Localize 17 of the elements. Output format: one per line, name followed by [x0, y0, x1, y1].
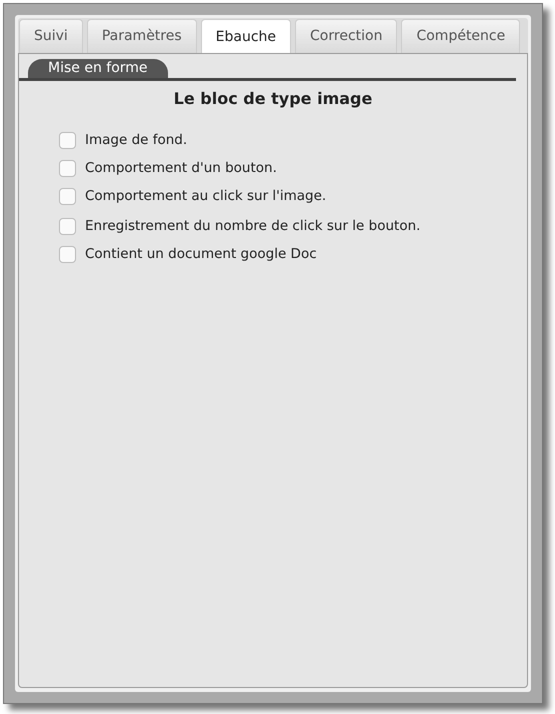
option-label: Enregistrement du nombre de click sur le bouton.: [85, 217, 420, 236]
checkbox[interactable]: [59, 218, 76, 235]
checkbox[interactable]: [59, 188, 76, 205]
checkbox[interactable]: [59, 132, 76, 149]
section-tab[interactable]: Mise en forme: [28, 59, 168, 78]
block-title: Le bloc de type image: [172, 88, 374, 110]
tab[interactable]: Paramètres: [86, 19, 197, 53]
tab[interactable]: Correction: [295, 19, 398, 53]
tab[interactable]: Ebauche: [200, 19, 292, 54]
option-label: Contient un document google Doc: [85, 245, 317, 264]
option-label: Comportement d'un bouton.: [85, 159, 277, 178]
checkbox[interactable]: [59, 160, 76, 177]
checkbox[interactable]: [59, 246, 76, 263]
option-label: Image de fond.: [85, 131, 188, 150]
tab[interactable]: Suivi: [19, 19, 83, 53]
option-label: Comportement au click sur l'image.: [85, 187, 326, 206]
tab[interactable]: Compétence: [401, 19, 520, 53]
